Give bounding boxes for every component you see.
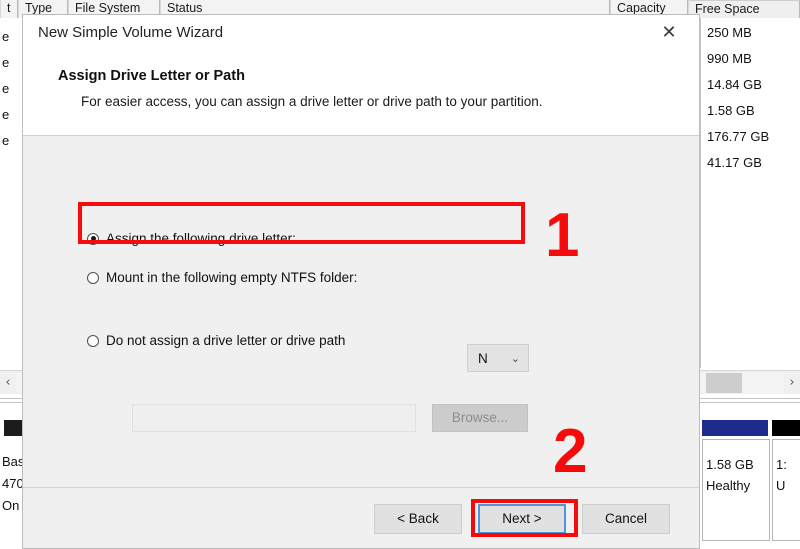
radio-no-drive-letter[interactable] xyxy=(87,334,99,347)
disk-label: 470 xyxy=(2,476,24,491)
option-label: Mount in the following empty NTFS folder… xyxy=(106,270,358,285)
partition-capacity: 1: xyxy=(776,457,787,472)
close-icon[interactable]: ✕ xyxy=(647,15,691,51)
column-header-cell[interactable]: Free Space xyxy=(688,0,800,18)
option-no-drive-letter[interactable]: Do not assign a drive letter or drive pa… xyxy=(87,333,345,348)
free-space-value: 14.84 GB xyxy=(707,77,762,92)
free-space-value: 1.58 GB xyxy=(707,103,755,118)
partition-bar-blue xyxy=(702,420,768,436)
volume-list-left-fragment: e e e e e xyxy=(0,18,23,368)
option-label: Assign the following drive letter: xyxy=(106,231,296,246)
back-button[interactable]: < Back xyxy=(374,504,462,534)
dialog-body: Assign the following drive letter: N ⌄ M… xyxy=(23,136,699,488)
column-header-cell[interactable]: t xyxy=(0,0,18,18)
partition-capacity: 1.58 GB xyxy=(706,457,754,472)
page-subtitle: For easier access, you can assign a driv… xyxy=(81,94,543,109)
scrollbar-thumb[interactable] xyxy=(706,373,742,393)
option-mount-ntfs-folder[interactable]: Mount in the following empty NTFS folder… xyxy=(87,270,357,285)
dialog-titlebar: New Simple Volume Wizard ✕ xyxy=(23,15,699,51)
list-item: e xyxy=(2,29,10,44)
dialog-title: New Simple Volume Wizard xyxy=(38,24,224,41)
partition-status: Healthy xyxy=(706,478,751,493)
free-space-column-values: 250 MB 990 MB 14.84 GB 1.58 GB 176.77 GB… xyxy=(700,18,800,368)
option-assign-drive-letter[interactable]: Assign the following drive letter: xyxy=(87,231,296,246)
list-item: e xyxy=(2,81,10,96)
drive-letter-select[interactable]: N ⌄ xyxy=(467,344,529,372)
page-title: Assign Drive Letter or Path xyxy=(58,68,245,84)
list-item: e xyxy=(2,55,10,70)
partition-bar-black xyxy=(772,420,800,436)
free-space-value: 41.17 GB xyxy=(707,155,762,170)
dialog-footer: < Back Next > Cancel xyxy=(23,487,699,548)
free-space-value: 250 MB xyxy=(707,25,752,40)
scroll-left-icon[interactable]: ‹ xyxy=(0,371,16,395)
list-item: e xyxy=(2,107,10,122)
drive-letter-value: N xyxy=(478,350,488,366)
free-space-value: 176.77 GB xyxy=(707,129,770,144)
chevron-down-icon: ⌄ xyxy=(510,351,520,365)
next-button[interactable]: Next > xyxy=(478,504,566,534)
browse-button[interactable]: Browse... xyxy=(432,404,528,432)
dialog-header: Assign Drive Letter or Path For easier a… xyxy=(23,51,699,136)
option-label: Do not assign a drive letter or drive pa… xyxy=(106,333,346,348)
radio-mount-ntfs-folder[interactable] xyxy=(87,271,99,284)
mount-path-input[interactable] xyxy=(132,404,416,432)
cancel-button[interactable]: Cancel xyxy=(582,504,670,534)
disk-label: On xyxy=(2,498,20,513)
radio-assign-drive-letter[interactable] xyxy=(87,232,99,245)
free-space-value: 990 MB xyxy=(707,51,752,66)
new-simple-volume-wizard-dialog: New Simple Volume Wizard ✕ Assign Drive … xyxy=(22,14,700,549)
list-item: e xyxy=(2,133,10,148)
scroll-right-icon[interactable]: › xyxy=(784,371,800,395)
partition-status: U xyxy=(776,478,786,493)
